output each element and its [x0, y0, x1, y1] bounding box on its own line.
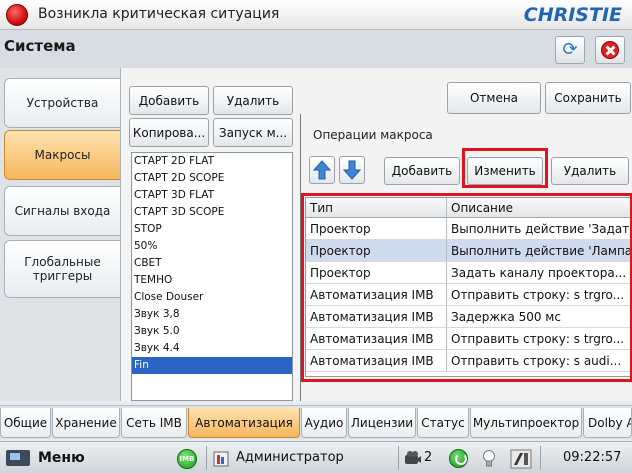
macro-item[interactable]: Close Douser [132, 289, 292, 306]
copy-macro-button[interactable]: Копирова... [129, 118, 209, 147]
run-macro-button[interactable]: Запуск м... [213, 118, 293, 147]
user-icon [213, 451, 229, 467]
refresh-icon: ⟳ [562, 39, 578, 60]
alert-icon[interactable] [6, 4, 28, 26]
lamp-icon[interactable] [482, 449, 496, 469]
macro-item-selected[interactable]: Fin [132, 357, 292, 374]
move-up-button[interactable] [309, 156, 335, 184]
edit-button-highlight [462, 148, 548, 188]
macro-item[interactable]: 50% [132, 238, 292, 255]
page-title: Система [4, 37, 76, 55]
menu-icon[interactable] [6, 450, 30, 466]
status-bar: Меню IMB Администратор 2 09:22:57 [0, 441, 632, 473]
power-status-icon[interactable] [449, 449, 468, 468]
left-tabs: Устройства Макросы Сигналы входа Глобаль… [0, 68, 120, 401]
cancel-button[interactable]: Отмена [447, 82, 541, 114]
macro-item[interactable]: ТЕМНО [132, 272, 292, 289]
macro-item[interactable]: СВЕТ [132, 255, 292, 272]
move-down-button[interactable] [339, 156, 365, 184]
macro-item[interactable]: Звук 4.4 [132, 340, 292, 357]
tab-automation[interactable]: Автоматизация [188, 408, 300, 438]
macro-item[interactable]: Звук 5.0 [132, 323, 292, 340]
operations-section-label: Операции макроса [313, 128, 433, 142]
tab-global-triggers[interactable]: Глобальные триггеры [4, 240, 120, 298]
status-divider [206, 446, 207, 470]
christie-logo: CHRISTIE [523, 4, 622, 26]
tab-licenses[interactable]: Лицензии [348, 408, 416, 438]
delete-operation-button[interactable]: Удалить [551, 157, 629, 185]
table-highlight [301, 193, 632, 382]
tab-imb-network[interactable]: Сеть IMB [121, 408, 187, 438]
macro-item[interactable]: СТАРТ 2D FLAT [132, 153, 292, 170]
tab-input-signals[interactable]: Сигналы входа [4, 186, 120, 236]
alert-text: Возникла критическая ситуация [38, 6, 280, 22]
user-role[interactable]: Администратор [236, 448, 344, 468]
macro-item[interactable]: СТАРТ 3D SCOPE [132, 204, 292, 221]
status-divider [540, 446, 541, 470]
tab-audio[interactable]: Аудио [301, 408, 347, 438]
macro-item[interactable]: СТАРТ 3D FLAT [132, 187, 292, 204]
title-bar: Система ⟳ [0, 30, 632, 68]
arrow-down-icon [343, 160, 361, 180]
macros-panel: Добавить Удалить Копирова... Запуск м...… [120, 68, 632, 401]
refresh-button[interactable]: ⟳ [555, 36, 585, 64]
imb-status-icon[interactable]: IMB [177, 449, 197, 469]
bottom-tabs: Общие Хранение Сеть IMB Автоматизация Ау… [0, 405, 632, 439]
alert-bar: Возникла критическая ситуация CHRISTIE [0, 0, 632, 30]
tab-storage[interactable]: Хранение [52, 408, 120, 438]
tab-dolby[interactable]: Dolby A... [583, 408, 632, 438]
add-operation-button[interactable]: Добавить [384, 157, 460, 185]
tab-devices[interactable]: Устройства [4, 78, 120, 128]
add-macro-button[interactable]: Добавить [129, 86, 209, 115]
tab-multiprojector[interactable]: Мультипроектор [470, 408, 582, 438]
close-button[interactable] [595, 36, 625, 64]
macro-item[interactable]: Звук 3,8 [132, 306, 292, 323]
clock: 09:22:57 [563, 450, 622, 465]
projector-count: 2 [424, 450, 433, 465]
tab-macros[interactable]: Макросы [4, 130, 120, 180]
menu-button[interactable]: Меню [38, 448, 85, 468]
delete-macro-button[interactable]: Удалить [213, 86, 293, 115]
macro-list[interactable]: СТАРТ 2D FLAT СТАРТ 2D SCOPE СТАРТ 3D FL… [131, 152, 293, 401]
status-divider [398, 446, 399, 470]
tab-general[interactable]: Общие [0, 408, 51, 438]
macro-item[interactable]: STOP [132, 221, 292, 238]
save-button[interactable]: Сохранить [545, 82, 631, 114]
projector-icon [405, 451, 421, 464]
close-icon [601, 41, 619, 59]
douser-icon[interactable] [510, 449, 532, 469]
macro-item[interactable]: СТАРТ 2D SCOPE [132, 170, 292, 187]
tab-status[interactable]: Статус [417, 408, 469, 438]
arrow-up-icon [313, 160, 331, 180]
